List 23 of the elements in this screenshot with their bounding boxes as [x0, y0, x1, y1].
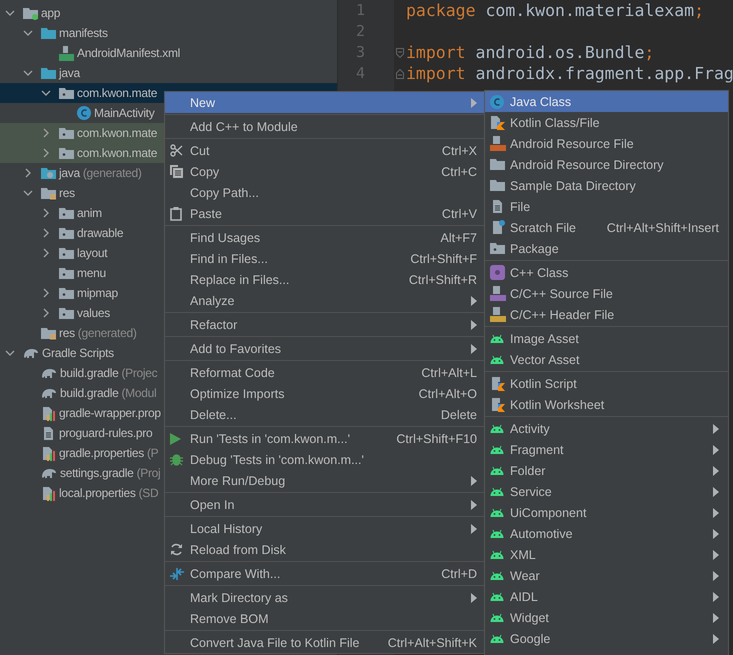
shortcut-label: Ctrl+Alt+Shift+Insert	[606, 220, 719, 234]
code-line: import android.os.Bundle;	[406, 43, 654, 62]
shortcut-label: Ctrl+X	[442, 144, 477, 158]
tree-item-hint: (P	[146, 446, 158, 460]
shortcut-label: Ctrl+V	[442, 206, 477, 220]
tree-item-hint: (generated)	[82, 166, 142, 180]
shortcut-label: Delete	[440, 408, 477, 422]
shortcut-label: Alt+F7	[440, 230, 477, 244]
shortcut-label: Ctrl+C	[441, 164, 477, 178]
shortcut-label: Ctrl+Shift+F10	[396, 432, 477, 446]
shortcut-label: Ctrl+Alt+Shift+K	[388, 636, 477, 650]
shortcut-label: Ctrl+Alt+L	[421, 366, 477, 380]
shortcut-label: Ctrl+Shift+F	[410, 252, 477, 266]
shortcut-label: Ctrl+D	[441, 566, 477, 580]
tree-item-hint: (Projec	[121, 366, 158, 380]
tree-item-hint: (Modul	[121, 386, 156, 400]
shortcut-label: Ctrl+Shift+R	[408, 272, 477, 286]
tree-item-hint: (generated)	[78, 326, 137, 340]
code-line: import androidx.fragment.app.Frag	[406, 64, 733, 83]
tree-item-hint: (SD	[138, 486, 158, 500]
tree-item-hint: (Proj	[136, 466, 160, 480]
code-line: package com.kwon.materialexam;	[406, 1, 704, 20]
shortcut-label: Ctrl+Alt+O	[418, 386, 477, 400]
